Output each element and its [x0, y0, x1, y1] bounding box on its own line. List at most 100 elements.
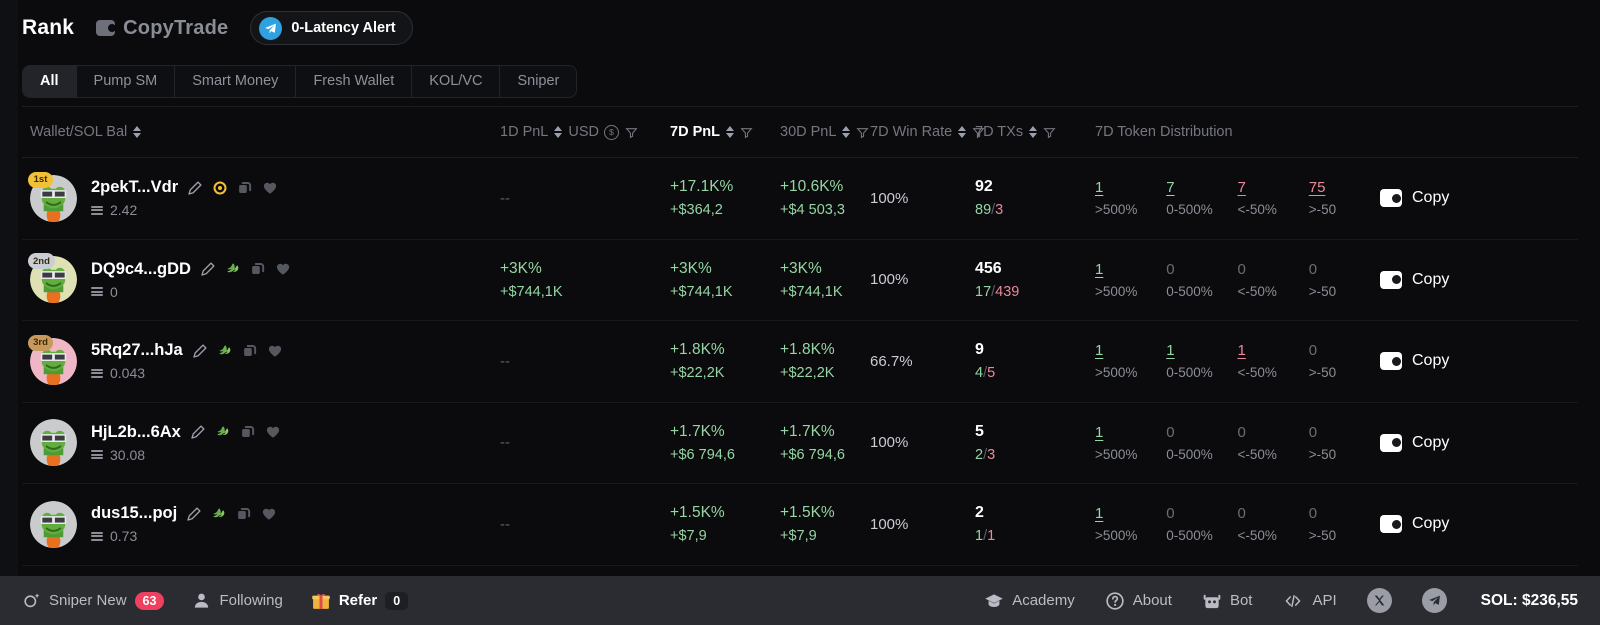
distribution-value: 0: [1308, 260, 1318, 278]
column-header-1d-pnl[interactable]: 1D PnL USD $: [500, 124, 670, 140]
footer-api[interactable]: API: [1282, 592, 1337, 610]
column-header-7d-win-rate[interactable]: 7D Win Rate: [870, 124, 985, 140]
zero-latency-alert-button[interactable]: 0-Latency Alert: [250, 11, 413, 45]
avatar-wrap[interactable]: [30, 500, 77, 548]
heart-icon[interactable]: [267, 343, 283, 359]
target-icon[interactable]: [212, 180, 228, 196]
footer-academy[interactable]: Academy: [984, 591, 1075, 611]
leaf-icon[interactable]: [217, 343, 233, 359]
sol-balance-value: 30.08: [110, 446, 146, 463]
distribution-value[interactable]: 1: [1095, 261, 1166, 278]
distribution-value[interactable]: 1: [1095, 505, 1166, 522]
avatar-wrap[interactable]: 3rd: [28, 334, 77, 385]
footer-refer[interactable]: Refer 0: [311, 591, 409, 611]
heart-icon[interactable]: [261, 506, 277, 522]
distribution-value[interactable]: 7: [1238, 179, 1309, 196]
avatar: [30, 419, 77, 467]
pencil-icon[interactable]: [190, 424, 206, 440]
wallet-address[interactable]: 2pekT...Vdr: [91, 178, 178, 197]
distribution-value[interactable]: 1: [1095, 424, 1166, 441]
copy-button[interactable]: Copy: [1380, 433, 1510, 452]
filter-1d-pnl-icon[interactable]: [625, 126, 638, 139]
tab-smart-money[interactable]: Smart Money: [175, 65, 297, 97]
sort-7d-txs-icon[interactable]: [1029, 126, 1038, 138]
leaf-icon[interactable]: [211, 506, 227, 522]
distribution-bucket: 1 <-50%: [1238, 342, 1309, 380]
sort-7d-win-rate-icon[interactable]: [958, 126, 967, 138]
wallet-address[interactable]: HjL2b...6Ax: [91, 423, 181, 442]
pencil-icon[interactable]: [186, 506, 202, 522]
pnl-30d-usd: +$22,2K: [780, 365, 835, 382]
table-row[interactable]: 1st 2pekT...Vdr 2.42 -- +17.1K% +$364,2 +10.6K…: [22, 158, 1578, 240]
table-row[interactable]: 3rd 5Rq27...hJa 0.043 -- +1.8K% +$22,2K +1.8K%…: [22, 321, 1578, 403]
distribution-bucket: 1 0-500%: [1166, 342, 1237, 380]
sort-30d-pnl-icon[interactable]: [842, 126, 851, 138]
distribution-label: >-50: [1308, 202, 1337, 218]
copy-button[interactable]: Copy: [1380, 270, 1510, 289]
nav-copytrade[interactable]: CopyTrade: [96, 17, 228, 40]
avatar-wrap[interactable]: [30, 419, 77, 467]
table-row[interactable]: dus15...poj 0.73 -- +1.5K% +$7,9 +1.5K% +$7,9 1…: [22, 484, 1578, 566]
tab-all-label: All: [40, 73, 59, 89]
distribution-value[interactable]: 75: [1309, 179, 1380, 196]
copy-button[interactable]: Copy: [1380, 515, 1510, 534]
heart-icon[interactable]: [265, 424, 281, 440]
sort-1d-pnl-icon[interactable]: [554, 126, 563, 138]
footer-right-group: Academy About Bot API SOL: $236,55: [954, 588, 1578, 613]
heart-icon[interactable]: [262, 180, 278, 196]
column-header-7d-txs[interactable]: 7D TXs: [975, 124, 1095, 140]
wallet-address[interactable]: 5Rq27...hJa: [91, 341, 183, 360]
column-header-wallet[interactable]: Wallet/SOL Bal: [22, 124, 500, 140]
footer-about[interactable]: About: [1105, 591, 1172, 611]
filter-tabs-row: All Pump SM Smart Money Fresh Wallet KOL…: [0, 56, 1600, 106]
tab-pump-sm[interactable]: Pump SM: [77, 65, 176, 97]
filter-7d-pnl-icon[interactable]: [740, 126, 753, 139]
distribution-value[interactable]: 1: [1095, 342, 1166, 359]
footer-sniper-new[interactable]: Sniper New 63: [22, 591, 165, 610]
duplicate-icon[interactable]: [240, 424, 256, 440]
tab-kol-vc[interactable]: KOL/VC: [412, 65, 501, 97]
distribution-value[interactable]: 7: [1166, 179, 1237, 196]
heart-icon[interactable]: [275, 261, 291, 277]
pnl-30d-usd: +$7,9: [780, 528, 817, 545]
avatar-wrap[interactable]: 2nd: [28, 253, 77, 304]
tab-fresh-wallet[interactable]: Fresh Wallet: [296, 65, 413, 97]
duplicate-icon[interactable]: [242, 343, 258, 359]
duplicate-icon[interactable]: [250, 261, 266, 277]
avatar-wrap[interactable]: 1st: [28, 171, 77, 222]
sort-7d-pnl-icon[interactable]: [725, 126, 734, 138]
robot-icon: [1203, 594, 1221, 608]
table-row[interactable]: HjL2b...6Ax 30.08 -- +1.7K% +$6 794,6 +1.7K% +…: [22, 403, 1578, 484]
table-row[interactable]: 2nd DQ9c4...gDD 0 +3K% +$744,1K +3K% +$744,1K +…: [22, 240, 1578, 321]
footer-bot[interactable]: Bot: [1202, 591, 1252, 611]
pencil-icon[interactable]: [192, 343, 208, 359]
distribution-value[interactable]: 1: [1166, 342, 1237, 359]
column-header-wallet-label: Wallet/SOL Bal: [30, 124, 128, 140]
distribution-value[interactable]: 1: [1238, 342, 1309, 359]
duplicate-icon[interactable]: [237, 180, 253, 196]
distribution-label: <-50%: [1237, 283, 1277, 299]
copy-button[interactable]: Copy: [1380, 189, 1510, 208]
tab-all[interactable]: All: [23, 65, 77, 97]
copy-button[interactable]: Copy: [1380, 352, 1510, 371]
distribution-value[interactable]: 1: [1095, 179, 1166, 196]
filter-30d-pnl-icon[interactable]: [856, 126, 870, 139]
pencil-icon[interactable]: [187, 180, 203, 196]
pencil-icon[interactable]: [200, 261, 216, 277]
footer-x-link[interactable]: [1366, 588, 1392, 613]
column-header-30d-pnl[interactable]: 30D PnL: [780, 124, 870, 140]
distribution-bucket: 1 >500%: [1095, 424, 1166, 462]
dollar-circle-icon: $: [604, 124, 619, 140]
filter-7d-txs-icon[interactable]: [1043, 126, 1056, 139]
leaf-icon[interactable]: [225, 261, 241, 277]
footer-telegram-link[interactable]: [1421, 588, 1447, 613]
duplicate-icon[interactable]: [236, 506, 252, 522]
wallet-address[interactable]: dus15...poj: [91, 504, 177, 523]
footer-following[interactable]: Following: [192, 591, 283, 610]
sort-wallet-icon[interactable]: [133, 126, 142, 138]
tab-sniper[interactable]: Sniper: [500, 66, 576, 97]
leaf-icon[interactable]: [215, 424, 231, 440]
column-header-7d-pnl[interactable]: 7D PnL: [670, 124, 780, 140]
usd-toggle[interactable]: USD $: [568, 124, 619, 140]
wallet-address[interactable]: DQ9c4...gDD: [91, 260, 191, 279]
